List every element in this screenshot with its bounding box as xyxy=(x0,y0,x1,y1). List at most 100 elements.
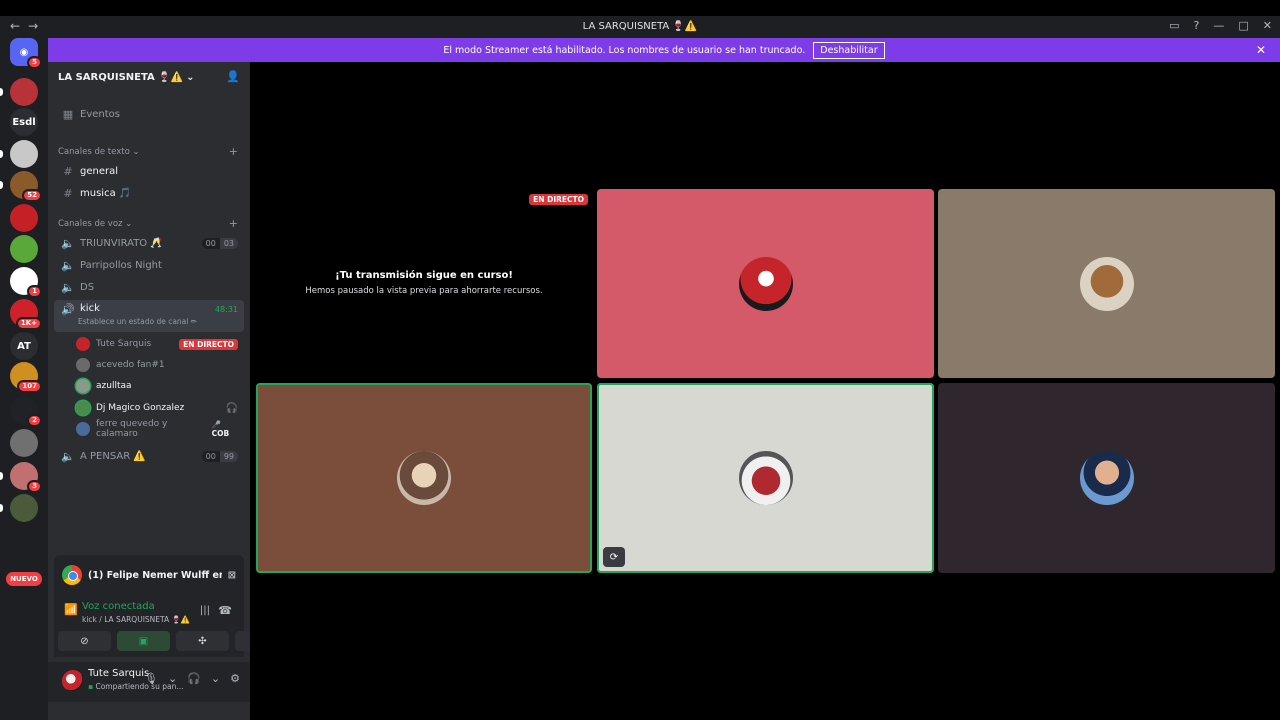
avatar xyxy=(76,422,90,436)
avatar xyxy=(1079,451,1134,505)
chevron-down-icon[interactable]: ⌄ xyxy=(168,672,177,685)
channel-label: TRIUNVIRATO 🥂 xyxy=(80,237,163,249)
call-timer: 48:31 xyxy=(214,305,238,314)
voice-channel-kick[interactable]: 🔊 kick 48:31 Establece un estado de cana… xyxy=(54,300,244,332)
unread-badge: 107 xyxy=(17,380,42,393)
activity-panel[interactable]: (1) Felipe Nemer Wulff en X: "En el ... … xyxy=(54,555,244,595)
set-channel-status[interactable]: Establece un estado de canal ✏ xyxy=(78,317,197,326)
help-icon[interactable]: ? xyxy=(1194,19,1200,32)
avatar xyxy=(397,451,451,505)
headphones-icon[interactable]: 🎧 xyxy=(187,672,201,685)
participant-tile[interactable] xyxy=(938,383,1275,573)
events-label: Eventos xyxy=(80,108,120,120)
voice-user[interactable]: Tute Sarquis EN DIRECTO xyxy=(76,334,240,354)
server-icon[interactable]: Esdl xyxy=(10,108,38,136)
unread-badge: 1 xyxy=(27,285,42,298)
signal-icon[interactable]: 📶 xyxy=(64,603,78,616)
participant-tile[interactable] xyxy=(256,383,592,573)
title-bar: ←→ LA SARQUISNETA 🍷⚠️ ▭ ? — □ ✕ xyxy=(0,16,1280,38)
server-icon[interactable]: 3 xyxy=(10,462,42,493)
channel-label: A PENSAR ⚠️ xyxy=(80,450,146,462)
server-icon[interactable]: ◉ 5 xyxy=(10,38,42,69)
server-icon[interactable]: 107 xyxy=(10,362,42,393)
server-icon[interactable]: 52 xyxy=(10,171,42,202)
server-header[interactable]: LA SARQUISNETA 🍷⚠️ ⌄ 👤 xyxy=(48,62,250,92)
user-panel: Tute Sarquis ▪ Compartiendo su pan... 🎙 … xyxy=(48,662,250,702)
events-item[interactable]: ▦ Eventos xyxy=(54,104,244,124)
voice-user[interactable]: Dj Magico Gonzalez 🎧 xyxy=(76,398,240,418)
text-category[interactable]: Canales de texto ⌄ xyxy=(58,147,140,157)
camera-off-button[interactable]: ⊘ xyxy=(58,631,111,651)
close-window-icon[interactable]: ✕ xyxy=(1263,19,1272,32)
disconnect-icon[interactable]: ☎ xyxy=(218,604,232,617)
add-text-channel-icon[interactable]: + xyxy=(229,145,238,158)
participant-tile[interactable]: ⟳ xyxy=(597,383,934,573)
noise-suppression-icon[interactable]: ||| xyxy=(200,605,210,616)
screen-share-button[interactable]: ▣ xyxy=(117,631,170,651)
unread-badge: 5 xyxy=(27,56,42,69)
server-icon[interactable] xyxy=(10,429,38,457)
voice-channel-parripollos[interactable]: 🔈 Parripollos Night xyxy=(54,255,244,275)
gear-icon[interactable]: ⚙ xyxy=(230,672,240,685)
window-title: LA SARQUISNETA 🍷⚠️ xyxy=(582,21,698,32)
voice-user[interactable]: azulltaa xyxy=(76,376,240,396)
channel-musica[interactable]: # musica 🎵 xyxy=(54,183,244,203)
channel-general[interactable]: # general xyxy=(54,161,244,181)
microphone-icon[interactable]: 🎙 xyxy=(144,672,158,685)
channel-label: Parripollos Night xyxy=(80,259,162,271)
unread-indicator xyxy=(0,504,3,512)
channel-sidebar: LA SARQUISNETA 🍷⚠️ ⌄ 👤 ▦ Eventos Canales… xyxy=(48,62,288,720)
participant-tile[interactable] xyxy=(597,189,934,378)
avatar xyxy=(738,256,793,311)
unread-badge: 52 xyxy=(22,189,42,202)
participant-tile[interactable] xyxy=(938,189,1275,378)
avatar[interactable] xyxy=(62,670,84,692)
new-badge[interactable]: NUEVO xyxy=(6,572,42,586)
activities-button[interactable]: ✣ xyxy=(176,631,229,651)
server-icon[interactable] xyxy=(10,235,38,263)
window-controls: ▭ ? — □ ✕ xyxy=(1169,19,1272,32)
deafened-icon: 🎧 xyxy=(225,402,238,414)
stop-share-icon[interactable]: ⊠ xyxy=(228,570,236,581)
banner-text: El modo Streamer está habilitado. Los no… xyxy=(443,44,806,56)
server-icon[interactable] xyxy=(10,494,38,522)
unread-badge: 3 xyxy=(27,480,42,493)
voice-user[interactable]: acevedo fan#1 xyxy=(76,355,240,375)
maximize-icon[interactable]: □ xyxy=(1238,19,1248,32)
invite-icon[interactable]: 👤 xyxy=(226,70,240,83)
voice-channel-ds[interactable]: 🔈 DS xyxy=(54,277,244,297)
user-name[interactable]: Tute Sarquis xyxy=(88,668,149,679)
speaker-icon: 🔈 xyxy=(61,236,75,250)
streamer-mode-banner: El modo Streamer está habilitado. Los no… xyxy=(48,38,1280,62)
server-icon[interactable] xyxy=(10,204,38,232)
server-icon[interactable]: 2 xyxy=(10,396,42,427)
inbox-icon[interactable]: ▭ xyxy=(1169,19,1179,32)
channel-label: general xyxy=(80,165,119,177)
own-stream-tile[interactable]: EN DIRECTO ¡Tu transmisión sigue en curs… xyxy=(256,188,592,378)
chevron-down-icon[interactable]: ⌄ xyxy=(211,672,220,685)
user-limit: 00 99 xyxy=(201,450,238,462)
add-voice-channel-icon[interactable]: + xyxy=(229,217,238,230)
live-badge: EN DIRECTO xyxy=(529,194,588,205)
server-icon[interactable] xyxy=(10,78,38,106)
voice-channel-triunvirato[interactable]: 🔈 TRIUNVIRATO 🥂 00 03 xyxy=(54,233,244,253)
hash-icon: # xyxy=(63,186,73,200)
voice-user[interactable]: ferre quevedo y calamaro 🎤 COB xyxy=(76,419,240,439)
unread-indicator xyxy=(0,88,3,96)
voice-channel-a-pensar[interactable]: 🔈 A PENSAR ⚠️ 00 99 xyxy=(54,446,244,466)
voice-category[interactable]: Canales de voz ⌄ xyxy=(58,219,132,229)
minimize-icon[interactable]: — xyxy=(1213,19,1224,32)
channel-label: kick xyxy=(80,303,100,314)
server-icon[interactable]: 1K+ xyxy=(10,299,42,330)
voice-status[interactable]: Voz conectada xyxy=(82,601,155,612)
close-icon[interactable]: ✕ xyxy=(1256,43,1266,57)
chevron-down-icon: ⌄ xyxy=(186,71,195,83)
stream-title: ¡Tu transmisión sigue en curso! xyxy=(335,270,513,281)
avatar xyxy=(1079,256,1134,311)
disable-streamer-button[interactable]: Deshabilitar xyxy=(813,41,885,59)
server-icon[interactable] xyxy=(10,140,38,168)
avatar xyxy=(76,358,90,372)
server-icon[interactable]: 1 xyxy=(10,267,42,298)
server-icon[interactable]: AT xyxy=(10,332,38,360)
server-rail: NUEVO ◉ 5 Esdl 52 1 1K+ AT 107 2 3 xyxy=(0,38,48,720)
